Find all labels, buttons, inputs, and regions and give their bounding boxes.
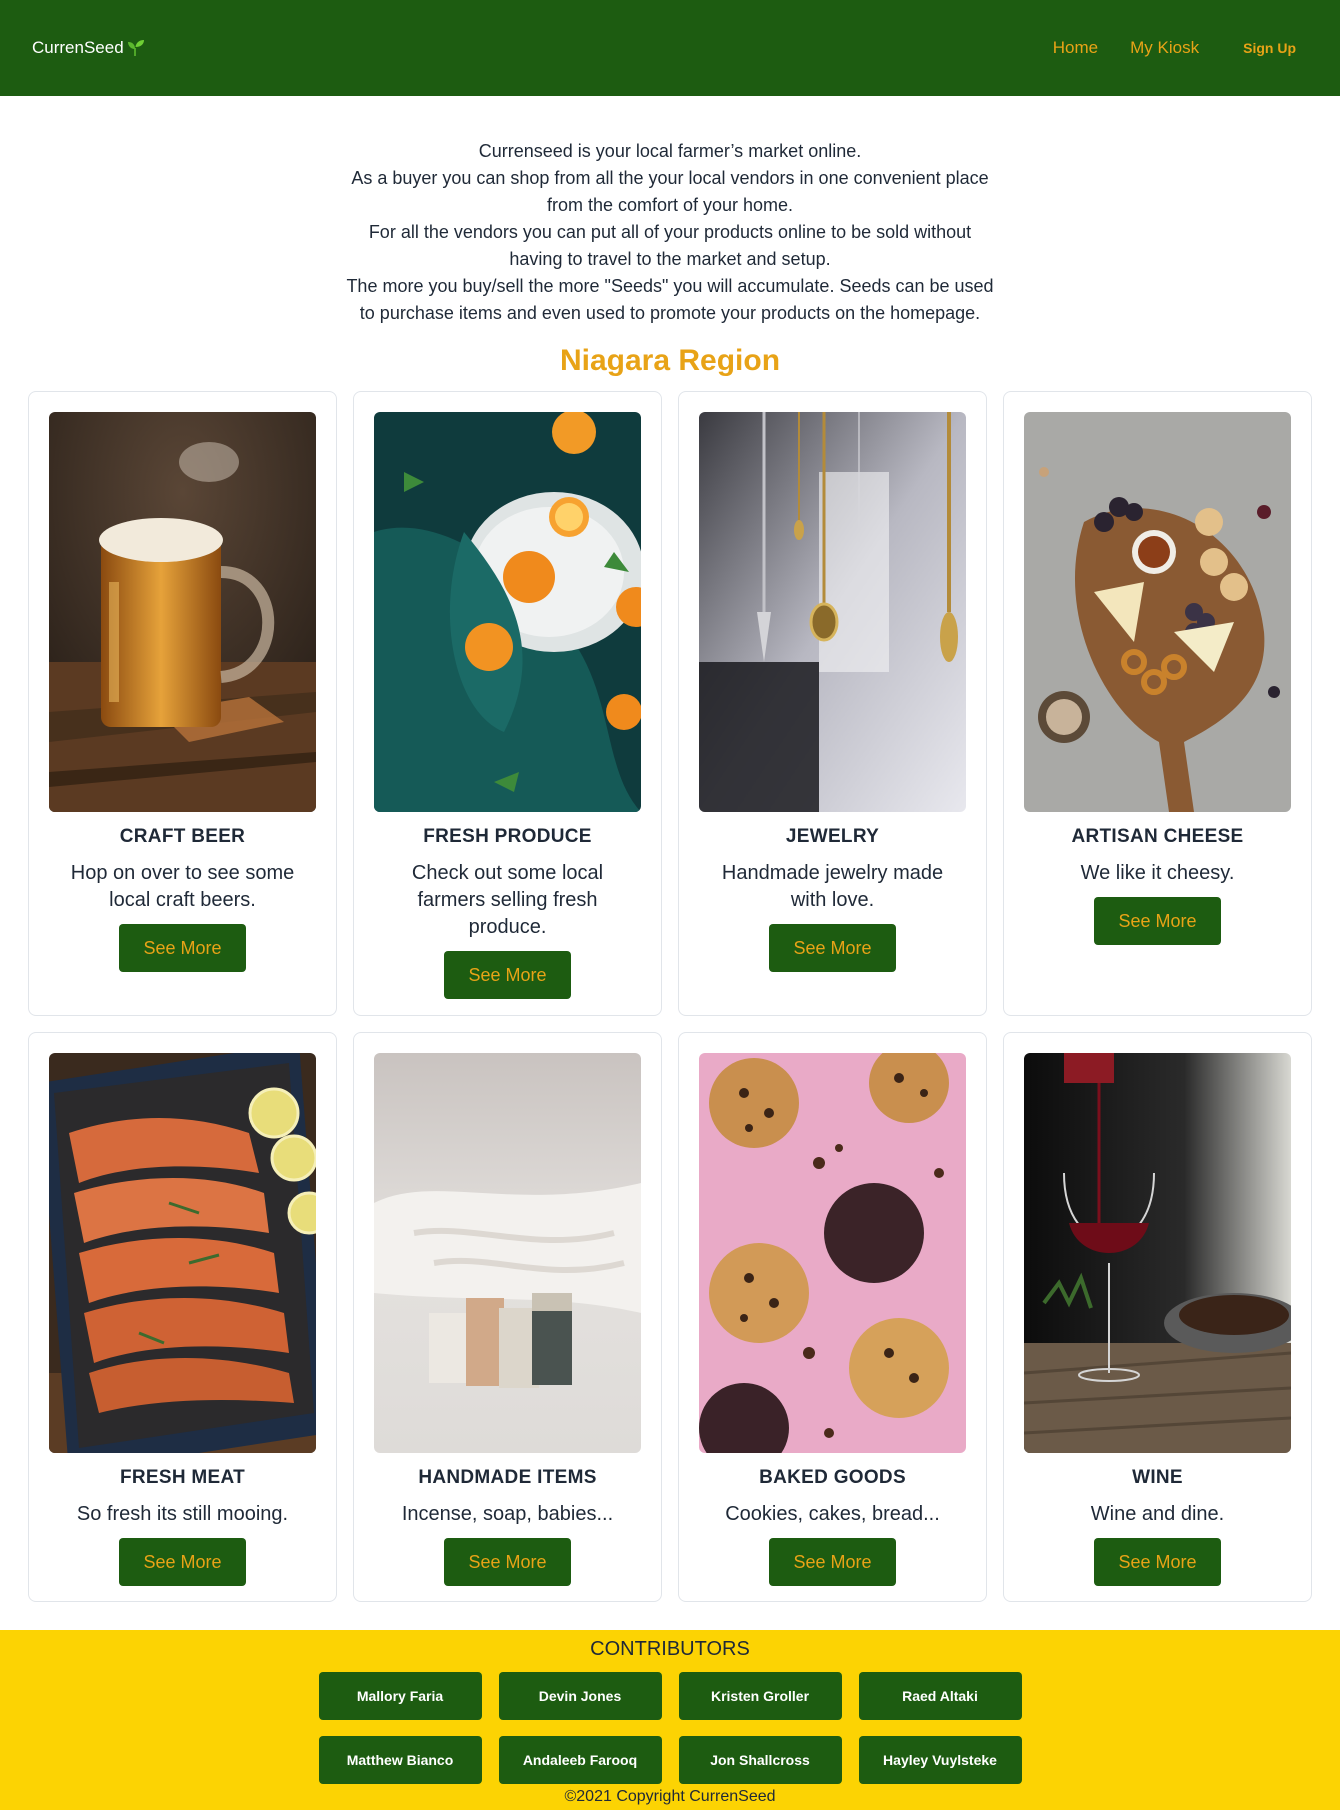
- contributor-button[interactable]: Matthew Bianco: [318, 1736, 482, 1784]
- category-title: ARTISAN CHEESE: [1071, 826, 1244, 847]
- contributor-button[interactable]: Raed Altaki: [858, 1672, 1022, 1720]
- contributors-list: Mallory Faria Devin Jones Kristen Grolle…: [0, 1672, 1340, 1784]
- contributors-title: CONTRIBUTORS: [590, 1638, 750, 1660]
- site-header: CurrenSeed Home My Kiosk Sign Up: [0, 0, 1340, 96]
- category-card-fresh-produce: FRESH PRODUCE Check out some local farme…: [353, 391, 662, 1016]
- category-description: Cookies, cakes, bread...: [725, 1503, 940, 1525]
- category-description: Incense, soap, babies...: [401, 1503, 614, 1525]
- nav-home-link[interactable]: Home: [1053, 38, 1098, 58]
- contributor-button[interactable]: Jon Shallcross: [678, 1736, 842, 1784]
- beer-mug-photo: [49, 412, 316, 812]
- category-description: Check out some local farmers selling fre…: [411, 862, 604, 938]
- nav-my-kiosk-link[interactable]: My Kiosk: [1130, 38, 1199, 58]
- region-title: Niagara Region: [559, 344, 781, 377]
- category-title: CRAFT BEER: [119, 826, 246, 847]
- see-more-button[interactable]: See More: [1094, 1538, 1221, 1586]
- see-more-button[interactable]: See More: [769, 1538, 896, 1586]
- soap-bars-photo: [374, 1053, 641, 1453]
- oranges-photo: [374, 412, 641, 812]
- see-more-button[interactable]: See More: [119, 1538, 246, 1586]
- nav-sign-up-link[interactable]: Sign Up: [1243, 40, 1296, 56]
- category-description: Handmade jewelry made with love.: [721, 862, 944, 911]
- category-title: BAKED GOODS: [759, 1467, 906, 1488]
- wine-glass-photo: [1024, 1053, 1291, 1453]
- sprout-icon: [127, 40, 144, 56]
- intro-text: Currenseed is your local farmer’s market…: [340, 138, 1000, 327]
- intro-line: The more you buy/sell the more "Seeds" y…: [346, 276, 994, 323]
- see-more-button[interactable]: See More: [444, 1538, 571, 1586]
- category-title: FRESH MEAT: [119, 1467, 246, 1488]
- cheese-board-photo: [1024, 412, 1291, 812]
- see-more-button[interactable]: See More: [119, 924, 246, 972]
- category-title: FRESH PRODUCE: [423, 826, 592, 847]
- category-card-wine: WINE Wine and dine. See More: [1003, 1032, 1312, 1602]
- pendants-photo: [699, 412, 966, 812]
- intro-line: For all the vendors you can put all of y…: [368, 222, 972, 269]
- brand-logo-link[interactable]: CurrenSeed: [32, 38, 146, 58]
- see-more-button[interactable]: See More: [1094, 897, 1221, 945]
- category-grid: CRAFT BEER Hop on over to see some local…: [0, 391, 1340, 1602]
- see-more-button[interactable]: See More: [444, 951, 571, 999]
- category-card-craft-beer: CRAFT BEER Hop on over to see some local…: [28, 391, 337, 1016]
- contributor-button[interactable]: Mallory Faria: [318, 1672, 482, 1720]
- category-card-fresh-meat: FRESH MEAT So fresh its still mooing. Se…: [28, 1032, 337, 1602]
- category-description: So fresh its still mooing.: [76, 1503, 289, 1525]
- contributor-button[interactable]: Kristen Groller: [678, 1672, 842, 1720]
- category-card-artisan-cheese: ARTISAN CHEESE We like it cheesy. See Mo…: [1003, 391, 1312, 1016]
- category-description: We like it cheesy.: [1080, 862, 1235, 884]
- category-card-jewelry: JEWELRY Handmade jewelry made with love.…: [678, 391, 987, 1016]
- contributor-button[interactable]: Andaleeb Farooq: [498, 1736, 662, 1784]
- salmon-tray-photo: [49, 1053, 316, 1453]
- category-title: HANDMADE ITEMS: [418, 1467, 597, 1488]
- category-title: JEWELRY: [785, 826, 880, 847]
- brand-name: CurrenSeed: [32, 38, 124, 57]
- cookies-photo: [699, 1053, 966, 1453]
- contributor-button[interactable]: Devin Jones: [498, 1672, 662, 1720]
- category-description: Hop on over to see some local craft beer…: [70, 862, 295, 911]
- site-footer: CONTRIBUTORS Mallory Faria Devin Jones K…: [0, 1630, 1340, 1810]
- category-card-baked-goods: BAKED GOODS Cookies, cakes, bread... See…: [678, 1032, 987, 1602]
- contributor-button[interactable]: Hayley Vuylsteke: [858, 1736, 1022, 1784]
- category-description: Wine and dine.: [1090, 1503, 1225, 1525]
- copyright-text: ©2021 Copyright CurrenSeed: [564, 1788, 776, 1805]
- intro-line: As a buyer you can shop from all the you…: [351, 168, 989, 215]
- category-title: WINE: [1132, 1467, 1183, 1488]
- main-nav: Home My Kiosk Sign Up: [1021, 38, 1308, 58]
- intro-line: Currenseed is your local farmer’s market…: [478, 141, 862, 161]
- category-card-handmade-items: HANDMADE ITEMS Incense, soap, babies... …: [353, 1032, 662, 1602]
- see-more-button[interactable]: See More: [769, 924, 896, 972]
